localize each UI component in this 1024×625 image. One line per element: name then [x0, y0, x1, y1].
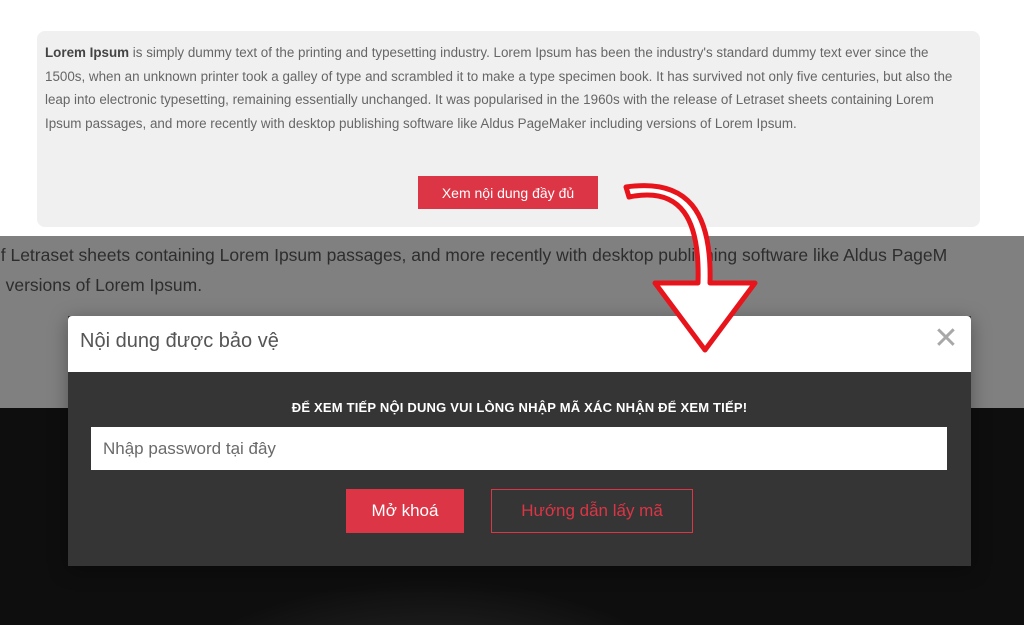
excerpt-body: is simply dummy text of the printing and…	[45, 45, 953, 131]
modal-title: Nội dung được bảo vệ	[80, 330, 279, 352]
backdrop-text-line: of Letraset sheets containing Lorem Ipsu…	[0, 245, 948, 265]
post-excerpt-card: Lorem Ipsum is simply dummy text of the …	[37, 31, 980, 227]
unlock-button[interactable]: Mở khoá	[346, 489, 464, 533]
modal-instruction: ĐỂ XEM TIẾP NỘI DUNG VUI LÒNG NHẬP MÃ XÁ…	[291, 400, 748, 415]
excerpt-bold-lead: Lorem Ipsum	[45, 45, 130, 60]
read-full-content-button[interactable]: Xem nội dung đầy đủ	[418, 176, 598, 209]
backdrop-text-line: g versions of Lorem Ipsum.	[0, 275, 203, 295]
page: Lorem Ipsum is simply dummy text of the …	[0, 0, 1024, 625]
password-input[interactable]	[91, 427, 947, 470]
protected-content-modal: Nội dung được bảo vệ ✕ ĐỂ XEM TIẾP NỘI D…	[68, 316, 971, 566]
excerpt-text: Lorem Ipsum is simply dummy text of the …	[45, 41, 972, 135]
get-code-guide-button[interactable]: Hướng dẫn lấy mã	[491, 489, 693, 533]
backdrop-text: of Letraset sheets containing Lorem Ipsu…	[0, 240, 1024, 300]
close-icon[interactable]: ✕	[933, 324, 959, 354]
modal-header: Nội dung được bảo vệ ✕	[68, 316, 971, 372]
